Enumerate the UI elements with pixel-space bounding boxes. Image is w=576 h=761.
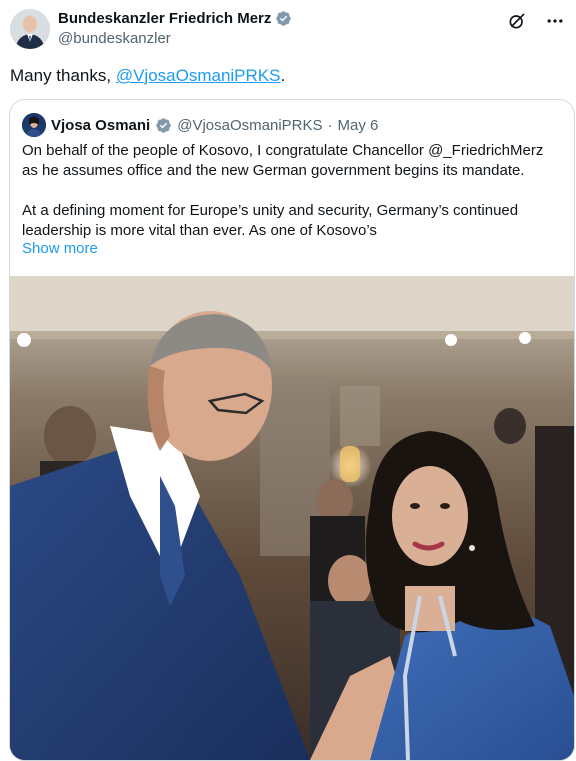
show-more-link[interactable]: Show more xyxy=(22,240,98,257)
tweet-text-prefix: Many thanks, xyxy=(10,66,116,85)
quoted-tweet-header: Vjosa Osmani @VjosaOsmaniPRKS · May 6 xyxy=(22,113,378,137)
more-dots-icon[interactable] xyxy=(544,10,566,32)
quoted-author-name[interactable]: Vjosa Osmani xyxy=(51,117,150,134)
author-avatar[interactable] xyxy=(10,9,50,49)
grok-icon[interactable] xyxy=(506,10,528,32)
author-name-row[interactable]: Bundeskanzler Friedrich Merz xyxy=(58,10,292,27)
quoted-tweet[interactable]: Vjosa Osmani @VjosaOsmaniPRKS · May 6 On… xyxy=(9,99,575,761)
tweet-text-suffix: . xyxy=(280,66,286,85)
quoted-paragraph-1: On behalf of the people of Kosovo, I con… xyxy=(22,142,544,179)
mention-link[interactable]: @VjosaOsmaniPRKS xyxy=(116,66,281,85)
quoted-author-handle[interactable]: @VjosaOsmaniPRKS xyxy=(177,117,322,134)
quoted-tweet-photo[interactable] xyxy=(10,276,574,760)
quoted-verified-badge-icon[interactable] xyxy=(155,117,172,134)
quoted-author-avatar[interactable] xyxy=(22,113,46,137)
quoted-tweet-body: On behalf of the people of Kosovo, I con… xyxy=(22,141,562,241)
tweet-text: Many thanks, @VjosaOsmaniPRKS. xyxy=(10,65,285,87)
quoted-tweet-date[interactable]: May 6 xyxy=(338,117,379,134)
tweet-top-actions xyxy=(506,10,566,32)
author-name[interactable]: Bundeskanzler Friedrich Merz xyxy=(58,10,271,27)
quoted-paragraph-2: At a defining moment for Europe’s unity … xyxy=(22,202,519,239)
meta-separator: · xyxy=(327,116,333,134)
verified-badge-icon[interactable] xyxy=(275,10,292,27)
author-handle[interactable]: @bundeskanzler xyxy=(58,30,171,47)
